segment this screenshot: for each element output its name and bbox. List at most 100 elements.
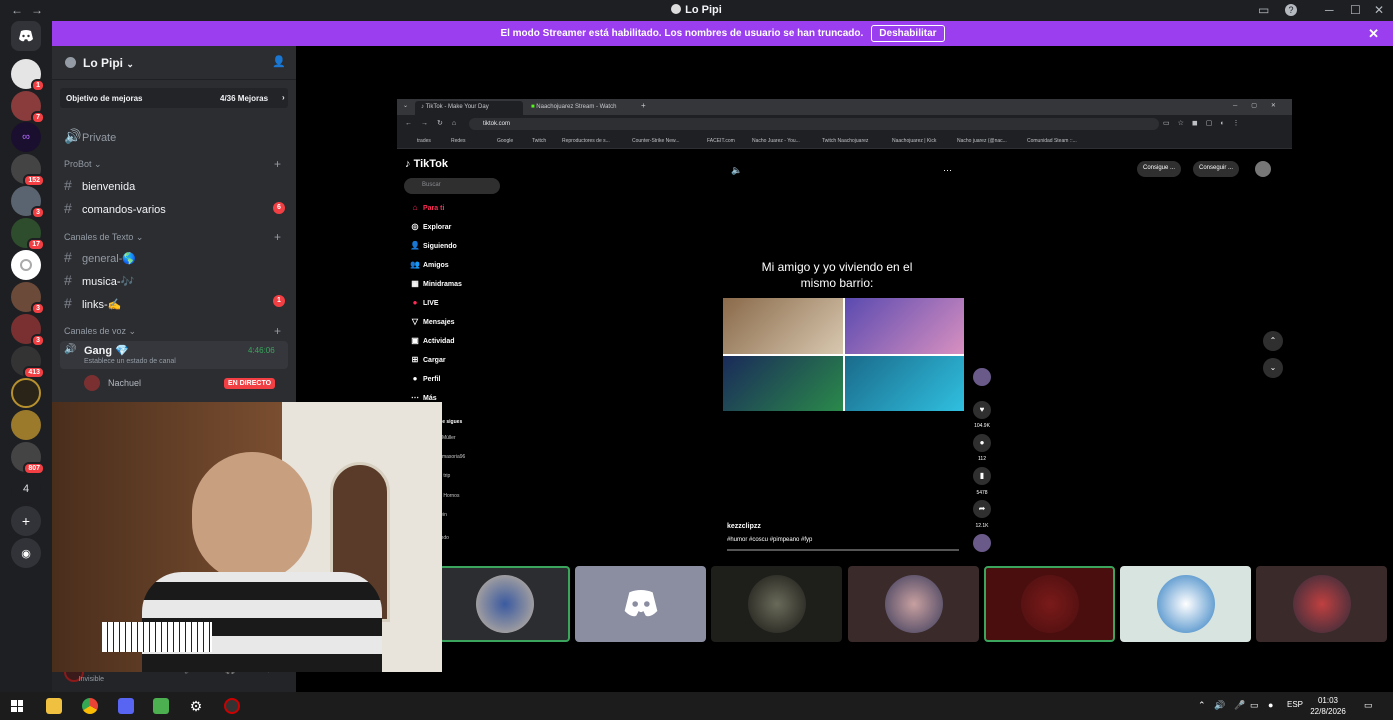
bookmark-icon[interactable]: ▮ bbox=[973, 467, 991, 485]
get-app-button[interactable]: Conseguir ... bbox=[1193, 161, 1240, 177]
channel-status[interactable]: Establece un estado de canal bbox=[84, 358, 176, 365]
channel-bienvenida[interactable]: # bienvenida bbox=[64, 177, 135, 193]
tab-search-icon[interactable]: ⌄ bbox=[403, 102, 408, 109]
bookmark-item[interactable]: Comunidad Steam ::... bbox=[1027, 138, 1077, 144]
more-options-icon[interactable]: ⋯ bbox=[943, 165, 952, 176]
server-icon[interactable]: 807 bbox=[11, 442, 45, 475]
next-video-icon[interactable]: ⌄ bbox=[1263, 358, 1283, 378]
participant-tile[interactable] bbox=[575, 566, 706, 642]
server-icon[interactable] bbox=[11, 378, 41, 408]
like-icon[interactable]: ♥ bbox=[973, 401, 991, 419]
tray-network-icon[interactable]: ▭ bbox=[1250, 700, 1259, 711]
bookmark-item[interactable]: Reproductores de s... bbox=[562, 138, 610, 144]
file-explorer-icon[interactable] bbox=[46, 698, 62, 714]
voice-channel-gang[interactable]: 🔊 Gang 💎 4:46:06 Establece un estado de … bbox=[60, 341, 288, 369]
address-bar[interactable]: tiktok.com bbox=[469, 118, 1159, 130]
invite-people-icon[interactable]: 👤 bbox=[272, 55, 286, 68]
tray-app-icon[interactable]: ● bbox=[1268, 700, 1273, 710]
bookmark-item[interactable]: Redes bbox=[451, 138, 465, 144]
video-frame[interactable] bbox=[723, 298, 964, 411]
browser-nav-icons[interactable]: ←→↻⌂ bbox=[405, 119, 465, 127]
voice-member-avatar[interactable] bbox=[84, 375, 100, 391]
volume-icon[interactable]: 🔈 bbox=[731, 165, 742, 176]
chrome-icon[interactable] bbox=[82, 698, 98, 714]
sound-avatar[interactable] bbox=[973, 534, 991, 552]
inbox-icon[interactable]: ▭ bbox=[1258, 3, 1269, 17]
nav-actividad[interactable]: ▣ Actividad bbox=[407, 336, 454, 345]
participant-tile[interactable] bbox=[439, 566, 570, 642]
nav-para-ti[interactable]: ⌂ Para ti bbox=[407, 203, 445, 212]
bookmark-item[interactable]: Naachojuarez | Kick bbox=[892, 138, 936, 144]
video-hashtags[interactable]: #humor #coscu #pimpeano #fyp bbox=[727, 537, 812, 543]
bookmark-item[interactable]: Counter-Strike New... bbox=[632, 138, 680, 144]
category-voz[interactable]: Canales de voz ⌄ bbox=[64, 326, 136, 337]
close-window-icon[interactable]: ✕ bbox=[1374, 3, 1384, 17]
browser-tab[interactable]: ♪ TikTok - Make Your Day bbox=[415, 101, 523, 115]
voice-member-name[interactable]: Nachuel bbox=[108, 378, 141, 388]
nav-perfil[interactable]: ● Perfil bbox=[407, 374, 441, 383]
channel-general[interactable]: # general-🌎 bbox=[64, 249, 136, 265]
tray-mic-icon[interactable]: 🎤 bbox=[1234, 700, 1245, 711]
add-channel-icon[interactable]: + bbox=[274, 157, 281, 171]
minimize-icon[interactable]: ─ bbox=[1325, 3, 1334, 17]
add-channel-icon[interactable]: + bbox=[274, 230, 281, 244]
screen-share[interactable]: ⌄ ♪ TikTok - Make Your Day ■ Naachoj​uar… bbox=[397, 99, 1292, 600]
participant-tile[interactable] bbox=[711, 566, 842, 642]
system-clock[interactable]: 01:03 22/8/2026 bbox=[1308, 695, 1348, 717]
boost-goal[interactable]: Objetivo de mejoras 4/36 Mejoras › bbox=[60, 88, 288, 108]
nav-minidramas[interactable]: ▦ Minidramas bbox=[407, 279, 462, 288]
server-icon[interactable]: 152 bbox=[11, 154, 45, 187]
bookmark-item[interactable]: trades bbox=[417, 138, 431, 144]
participant-tile[interactable] bbox=[1120, 566, 1251, 642]
server-header[interactable]: Lo Pipi ⌄ 👤 bbox=[52, 46, 296, 80]
creator-avatar[interactable] bbox=[973, 368, 991, 386]
nav-siguiendo[interactable]: 👤 Siguiendo bbox=[407, 241, 457, 250]
nav-live[interactable]: ● LIVE bbox=[407, 298, 439, 307]
tiktok-avatar[interactable] bbox=[1255, 161, 1271, 177]
server-icon[interactable]: 3 bbox=[11, 186, 45, 219]
server-icon[interactable]: 7 bbox=[11, 91, 45, 124]
discord-taskbar-icon[interactable] bbox=[118, 698, 134, 714]
nav-mas[interactable]: ⋯ Más bbox=[407, 393, 437, 402]
nav-amigos[interactable]: 👥 Amigos bbox=[407, 260, 449, 269]
channel-private[interactable]: 🔊Private bbox=[64, 128, 116, 145]
browser-tab[interactable]: ■ Naachoj​uarez Stream - Watch bbox=[525, 101, 635, 115]
nav-explorar[interactable]: ◎ Explorar bbox=[407, 222, 452, 231]
previous-video-icon[interactable]: ⌃ bbox=[1263, 331, 1283, 351]
server-icon[interactable]: 413 bbox=[11, 346, 45, 379]
server-icon[interactable]: ∞ bbox=[11, 122, 41, 152]
server-folder[interactable]: 4 bbox=[11, 474, 41, 504]
bookmark-item[interactable]: Twitch bbox=[532, 138, 546, 144]
discord-home-icon[interactable] bbox=[11, 21, 41, 51]
bookmark-item[interactable]: Twitch Naachojuarez bbox=[822, 138, 868, 144]
browser-window-controls[interactable]: ─▢✕ bbox=[1233, 102, 1290, 109]
banner-close-icon[interactable]: ✕ bbox=[1368, 26, 1379, 42]
language-indicator[interactable]: ESP bbox=[1287, 700, 1303, 709]
extension-icons[interactable]: ▭☆◼▢◐⋮ bbox=[1163, 119, 1248, 127]
channel-comandos-varios[interactable]: # comandos-varios bbox=[64, 200, 166, 216]
settings-gear-icon[interactable]: ⚙ bbox=[188, 698, 204, 714]
nav-mensajes[interactable]: ▽ Mensajes bbox=[407, 317, 455, 326]
server-icon[interactable] bbox=[11, 250, 41, 280]
category-probot[interactable]: ProBot ⌄ bbox=[64, 159, 102, 170]
add-server-icon[interactable]: + bbox=[11, 506, 41, 536]
app-taskbar-icon[interactable] bbox=[153, 698, 169, 714]
bookmark-item[interactable]: Nacho juarez (@nac... bbox=[957, 138, 1007, 144]
video-progress-bar[interactable] bbox=[727, 549, 959, 551]
bookmark-item[interactable]: Nacho Juarez - You... bbox=[752, 138, 800, 144]
video-author[interactable]: kezzclipzz bbox=[727, 523, 761, 530]
get-coins-button[interactable]: Consigue ... bbox=[1137, 161, 1182, 177]
tray-volume-icon[interactable]: 🔊 bbox=[1214, 700, 1225, 711]
help-icon[interactable]: ? bbox=[1285, 4, 1297, 16]
notification-icon[interactable]: ▭ bbox=[1364, 700, 1373, 711]
new-tab-icon[interactable]: + bbox=[641, 101, 646, 110]
bookmark-item[interactable]: Google bbox=[497, 138, 513, 144]
server-icon[interactable]: 17 bbox=[11, 218, 45, 251]
windows-start-icon[interactable] bbox=[11, 700, 23, 712]
channel-links[interactable]: # links-✍️ bbox=[64, 295, 121, 311]
category-texto[interactable]: Canales de Texto ⌄ bbox=[64, 232, 143, 243]
participant-tile[interactable] bbox=[848, 566, 979, 642]
server-icon[interactable] bbox=[11, 410, 41, 440]
bookmark-item[interactable]: FACEIT.com bbox=[707, 138, 735, 144]
disable-streamer-button[interactable]: Deshabilitar bbox=[871, 25, 945, 42]
